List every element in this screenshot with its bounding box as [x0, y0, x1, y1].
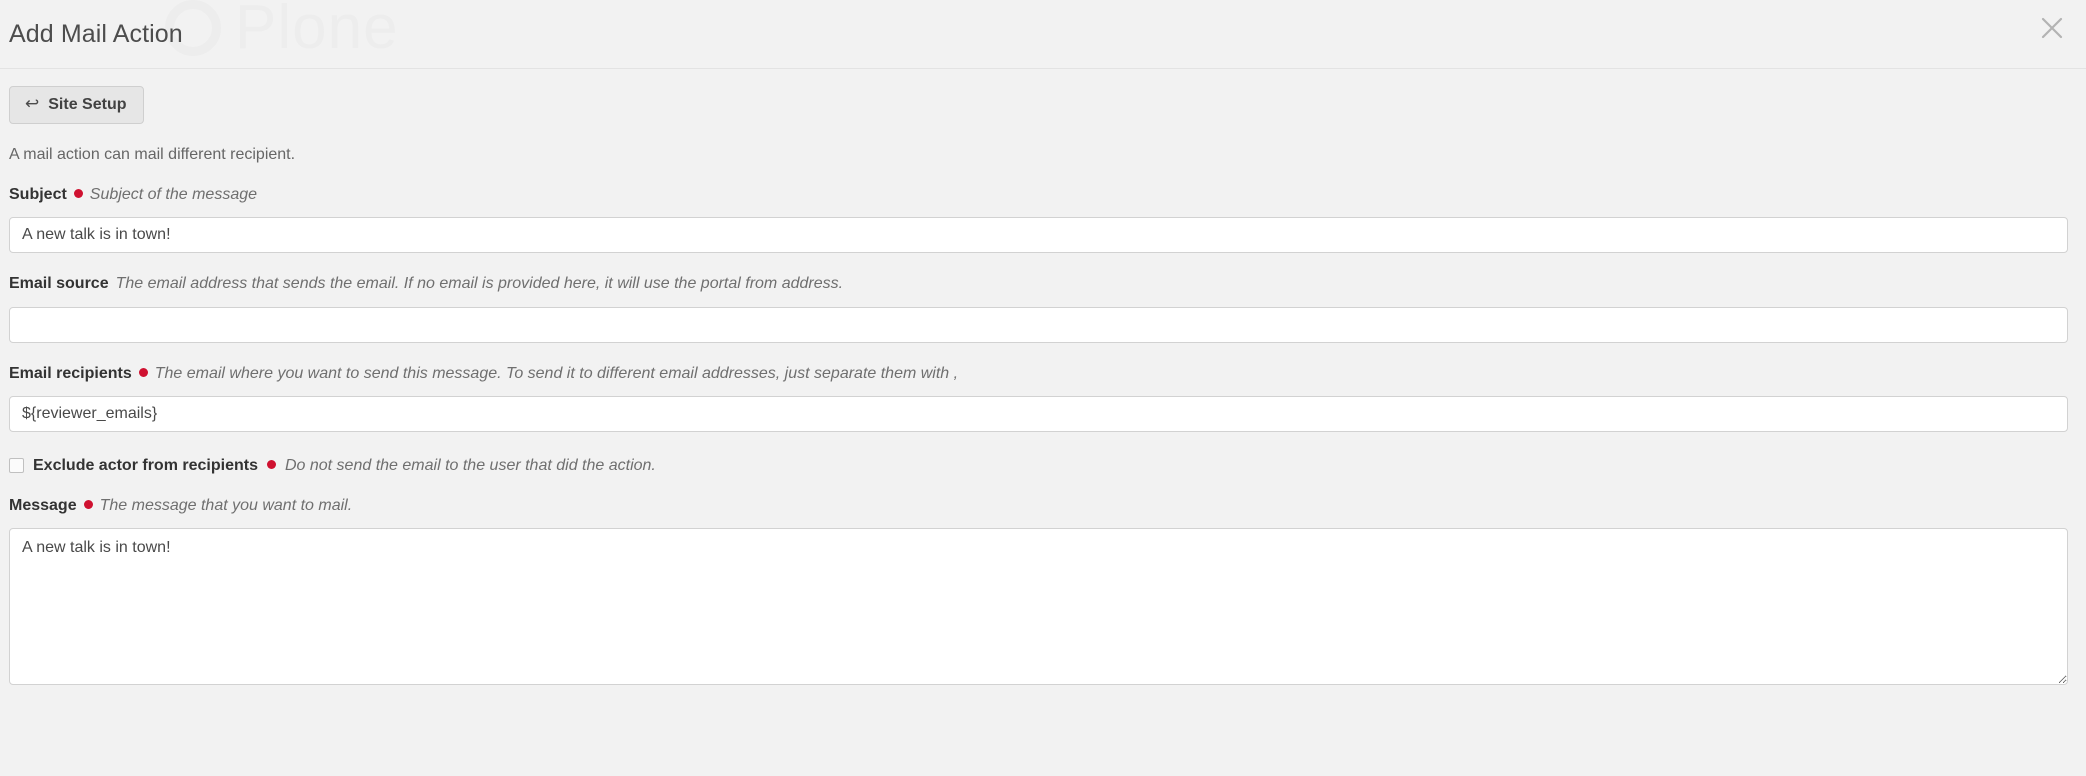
field-email-recipients: Email recipients The email where you wan…	[9, 364, 2077, 432]
field-email-source-hint: The email address that sends the email. …	[115, 275, 844, 293]
field-message-hint: The message that you want to mail.	[99, 496, 353, 514]
return-arrow-icon: ↩	[25, 94, 40, 113]
field-email-source-label-row: Email source The email address that send…	[9, 274, 2077, 293]
field-email-recipients-label: Email recipients	[9, 364, 132, 382]
exclude-actor-checkbox[interactable]	[9, 457, 24, 473]
exclude-actor-label[interactable]: Exclude actor from recipients	[33, 456, 258, 475]
field-exclude-actor: Exclude actor from recipients Do not sen…	[9, 456, 2077, 475]
breadcrumb: ↩ Site Setup	[9, 69, 2077, 124]
field-email-source-label: Email source	[9, 275, 109, 293]
modal-body: ↩ Site Setup A mail action can mail diff…	[0, 69, 2086, 686]
page-title: Add Mail Action	[9, 19, 183, 48]
email-recipients-input[interactable]	[9, 395, 2068, 432]
field-message: Message The message that you want to mai…	[9, 496, 2077, 686]
field-subject: Subject Subject of the message	[9, 185, 2077, 254]
modal-header: Plone Add Mail Action	[0, 0, 2086, 69]
field-subject-hint: Subject of the message	[89, 186, 258, 204]
email-source-input[interactable]	[9, 306, 2068, 343]
plone-watermark-text: Plone	[235, 0, 399, 62]
required-marker-icon	[138, 367, 148, 377]
field-message-label: Message	[9, 496, 77, 514]
close-icon	[2041, 17, 2063, 39]
site-setup-button[interactable]: ↩ Site Setup	[9, 86, 145, 124]
close-button[interactable]	[2034, 10, 2070, 46]
field-email-recipients-hint: The email where you want to send this me…	[154, 364, 959, 382]
required-marker-icon	[266, 459, 276, 469]
plone-watermark-logo: Plone	[165, 0, 399, 63]
field-message-label-row: Message The message that you want to mai…	[9, 496, 2077, 515]
field-email-recipients-label-row: Email recipients The email where you wan…	[9, 364, 2077, 383]
required-marker-icon	[83, 499, 93, 509]
subject-input[interactable]	[9, 217, 2068, 254]
exclude-actor-hint: Do not send the email to the user that d…	[284, 456, 656, 474]
message-textarea[interactable]: A new talk is in town!	[9, 528, 2068, 686]
form-description: A mail action can mail different recipie…	[9, 146, 296, 163]
field-subject-label-row: Subject Subject of the message	[9, 185, 2077, 204]
required-marker-icon	[73, 189, 83, 199]
field-subject-label: Subject	[9, 186, 67, 204]
field-email-source: Email source The email address that send…	[9, 274, 2077, 343]
site-setup-button-label: Site Setup	[48, 95, 127, 113]
